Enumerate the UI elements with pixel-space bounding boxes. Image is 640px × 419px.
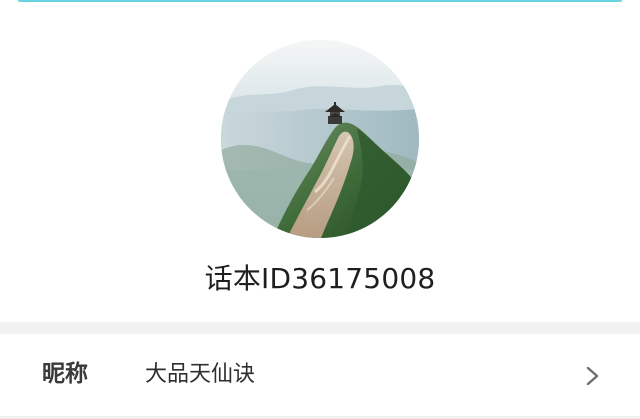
avatar[interactable] (221, 40, 419, 238)
nickname-row[interactable]: 昵称 大品天仙诀 (0, 334, 640, 419)
nickname-label: 昵称 (42, 361, 88, 387)
profile-header: 话本ID36175008 (0, 2, 640, 322)
username: 话本ID36175008 (204, 262, 436, 295)
avatar-image (221, 40, 419, 238)
section-divider (0, 322, 640, 334)
chevron-right-icon (584, 365, 602, 387)
nickname-value: 大品天仙诀 (145, 362, 256, 387)
